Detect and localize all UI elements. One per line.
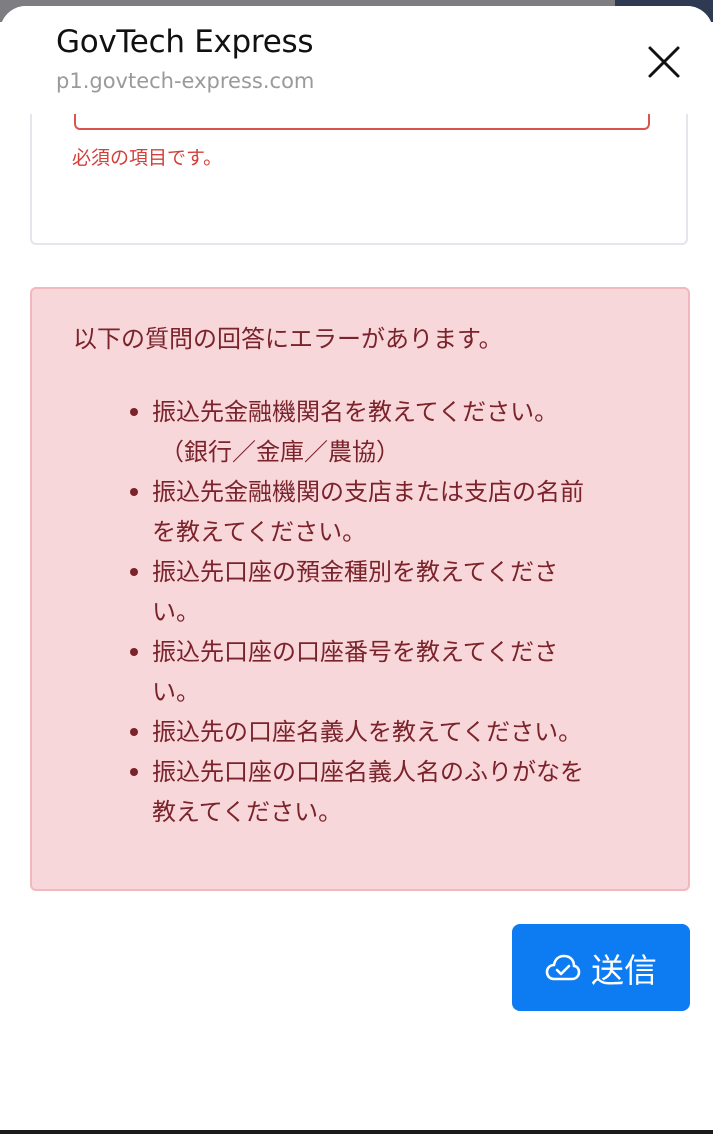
close-icon: [648, 46, 680, 78]
error-item-line: 振込先金融機関名を教えてください。: [152, 398, 559, 426]
close-button[interactable]: [640, 38, 688, 86]
error-summary-item[interactable]: 振込先金融機関名を教えてください。 （銀行／金庫／農協）: [32, 392, 672, 472]
app-title: GovTech Express: [56, 24, 314, 60]
error-item-line: 振込先口座の預金種別を教えてくださ: [152, 558, 559, 586]
app-url: p1.govtech-express.com: [56, 69, 315, 93]
error-item-line: 振込先口座の口座番号を教えてくださ: [152, 638, 559, 666]
error-summary-alert: 以下の質問の回答にエラーがあります。 振込先金融機関名を教えてください。 （銀行…: [30, 287, 690, 891]
error-item-line: を教えてください。: [152, 518, 367, 546]
error-summary-item[interactable]: 振込先口座の預金種別を教えてくださ い。: [32, 552, 672, 632]
modal-sheet: 必須の項目です。 GovTech Express p1.govtech-expr…: [0, 6, 713, 1134]
error-item-line: い。: [152, 678, 200, 706]
submit-button[interactable]: 送信: [512, 924, 690, 1011]
error-summary-item[interactable]: 振込先口座の口座番号を教えてくださ い。: [32, 632, 672, 712]
error-item-line: 振込先金融機関の支店または支店の名前: [152, 478, 584, 506]
home-indicator-bar: [0, 1130, 713, 1134]
error-summary-item[interactable]: 振込先の口座名義人を教えてください。: [32, 712, 672, 752]
error-summary-list: 振込先金融機関名を教えてください。 （銀行／金庫／農協） 振込先金融機関の支店ま…: [32, 392, 672, 832]
error-item-line: い。: [152, 598, 200, 626]
error-item-line: （銀行／金庫／農協）: [160, 438, 400, 466]
error-item-line: 振込先の口座名義人を教えてください。: [152, 718, 583, 746]
error-item-line: 振込先口座の口座名義人名のふりがなを: [152, 758, 584, 786]
field-error-message: 必須の項目です。: [72, 147, 223, 169]
submit-button-label: 送信: [591, 950, 657, 990]
error-summary-heading: 以下の質問の回答にエラーがあります。: [73, 325, 503, 353]
error-item-line: 教えてください。: [152, 798, 343, 826]
error-summary-item[interactable]: 振込先金融機関の支店または支店の名前 を教えてください。: [32, 472, 672, 552]
cloud-check-icon: [545, 954, 581, 980]
modal-header: GovTech Express p1.govtech-express.com: [0, 6, 713, 114]
error-summary-item[interactable]: 振込先口座の口座名義人名のふりがなを 教えてください。: [32, 752, 672, 832]
